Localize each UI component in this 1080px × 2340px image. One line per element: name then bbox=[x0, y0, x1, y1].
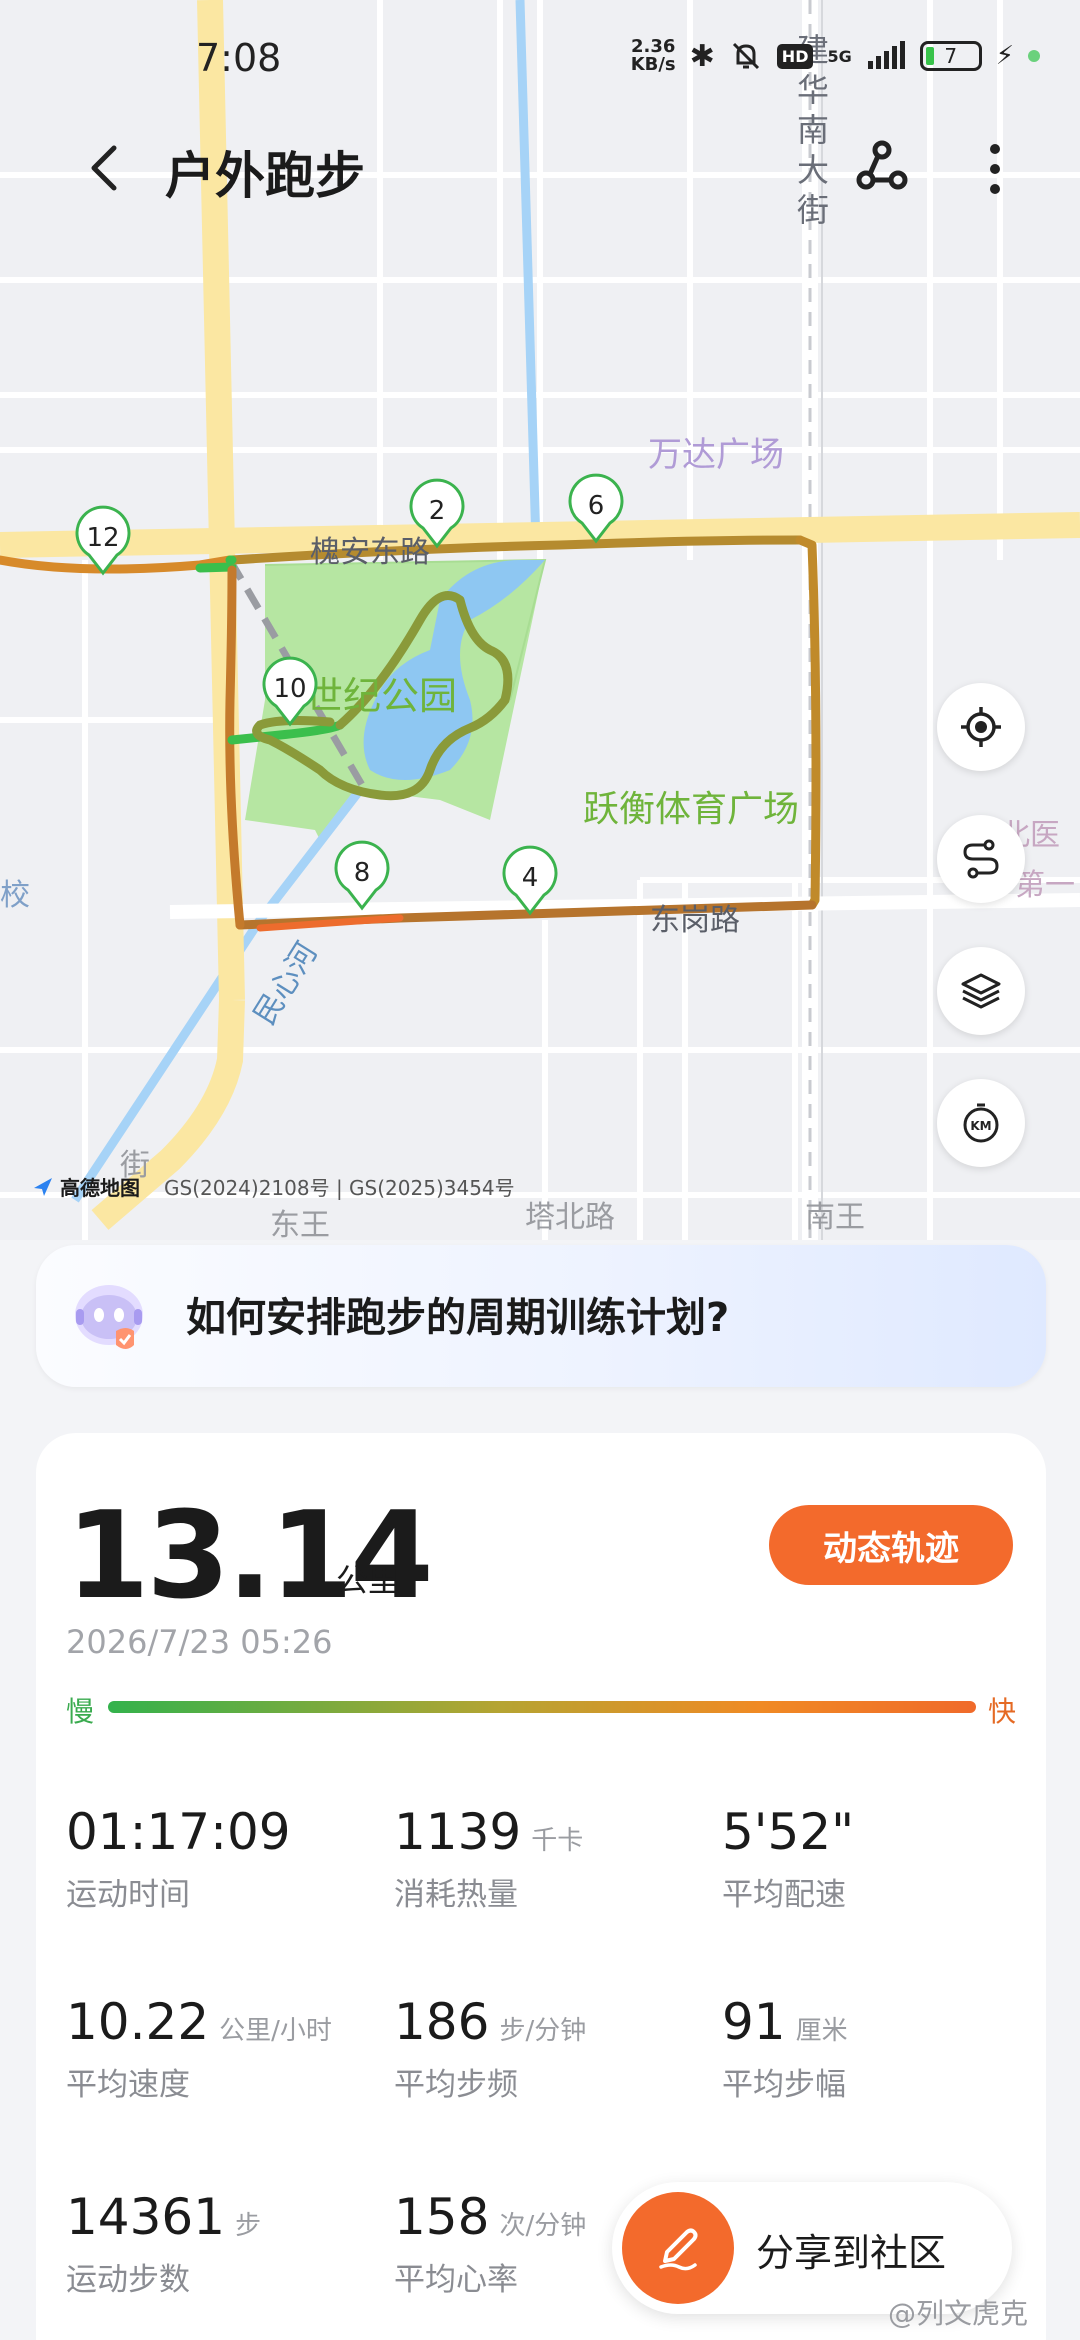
km-marker-label: 8 bbox=[354, 858, 371, 888]
stat-value: 186 步/分钟 bbox=[394, 1993, 587, 2051]
status-bar: 7:08 2.36 KB/s ✱ HD 5G 7 ⚡ bbox=[0, 0, 1080, 110]
map-license-text: GS(2024)2108号 | GS(2025)3454号 bbox=[164, 1176, 515, 1200]
stat-unit: 步 bbox=[235, 2211, 262, 2241]
km-marker-label: 6 bbox=[588, 491, 605, 521]
stat-avg-cadence: 186 步/分钟平均步频 bbox=[394, 1993, 714, 2104]
stat-unit: 厘米 bbox=[795, 2016, 848, 2046]
stat-unit: 公里/小时 bbox=[219, 2016, 332, 2046]
stat-unit: 步/分钟 bbox=[499, 2016, 587, 2046]
status-time: 7:08 bbox=[196, 36, 282, 80]
app-header: 户外跑步 bbox=[0, 120, 1080, 220]
km-marker-8: 8 bbox=[334, 840, 390, 911]
signal-bars-icon bbox=[867, 41, 905, 69]
stat-label: 运动时间 bbox=[66, 1877, 190, 1913]
km-marker-button[interactable]: KM bbox=[937, 1079, 1025, 1167]
ai-training-prompt[interactable]: 如何安排跑步的周期训练计划? bbox=[36, 1245, 1046, 1387]
stat-value: 01:17:09 bbox=[66, 1803, 291, 1861]
km-marker-icon: KM bbox=[963, 1103, 999, 1143]
layers-button[interactable] bbox=[937, 947, 1025, 1035]
stat-value: 10.22 公里/小时 bbox=[66, 1993, 332, 2051]
bell-mute-icon bbox=[732, 42, 759, 70]
layers-icon bbox=[961, 973, 1001, 1009]
stat-label: 平均步频 bbox=[394, 2067, 518, 2103]
km-marker-label: 4 bbox=[522, 863, 539, 893]
km-marker-4: 4 bbox=[502, 845, 558, 916]
pen-icon bbox=[659, 2228, 698, 2271]
ai-assistant-avatar bbox=[75, 1285, 143, 1349]
locate-icon bbox=[961, 707, 1001, 747]
pace-legend-fast: 快 bbox=[988, 1695, 1017, 1728]
prompt-text: 如何安排跑步的周期训练计划? bbox=[186, 1295, 730, 1341]
page-title: 户外跑步 bbox=[165, 147, 365, 205]
stat-calories: 1139 千卡消耗热量 bbox=[394, 1803, 714, 1914]
share-icon-circle bbox=[622, 2192, 734, 2304]
km-marker-12: 12 bbox=[75, 505, 131, 576]
stat-value: 1139 千卡 bbox=[394, 1803, 584, 1861]
km-marker-2: 2 bbox=[409, 478, 465, 549]
network-speed: 2.36 KB/s bbox=[630, 36, 676, 75]
battery-indicator: 7 bbox=[919, 41, 982, 71]
stat-value: 5'52" bbox=[722, 1803, 855, 1861]
workout-datetime: 2026/7/23 05:26 bbox=[66, 1623, 333, 1661]
stat-label: 平均步幅 bbox=[722, 2067, 846, 2103]
stat-avg-stride: 91 厘米平均步幅 bbox=[722, 1993, 1042, 2104]
weibo-watermark: @列文虎克 bbox=[888, 2297, 1029, 2330]
km-marker-6: 6 bbox=[568, 473, 624, 544]
amap-logo-text: 高德地图 bbox=[60, 1176, 140, 1200]
route-toggle-icon bbox=[963, 839, 999, 879]
km-marker-label: 10 bbox=[273, 674, 306, 704]
locate-button[interactable] bbox=[937, 683, 1025, 771]
pace-legend-slow: 慢 bbox=[66, 1695, 95, 1728]
charging-icon: ⚡ bbox=[995, 41, 1014, 71]
share-label: 分享到社区 bbox=[756, 2231, 947, 2275]
privacy-dot bbox=[1028, 50, 1040, 62]
signal-label: 5G bbox=[827, 46, 852, 66]
km-marker-label: 2 bbox=[429, 496, 446, 526]
dynamic-track-button[interactable]: 动态轨迹 bbox=[769, 1505, 1013, 1585]
route-toggle-button[interactable] bbox=[937, 815, 1025, 903]
km-marker-10: 10 bbox=[262, 656, 318, 727]
distance-unit: 公里 bbox=[336, 1561, 401, 1599]
pace-gradient-bar bbox=[108, 1701, 976, 1713]
stat-duration: 01:17:09 运动时间 bbox=[66, 1803, 386, 1914]
bluetooth-icon: ✱ bbox=[689, 38, 715, 74]
map-attribution: 高德地图 GS(2024)2108号 | GS(2025)3454号 bbox=[32, 1172, 515, 1201]
stat-avg-speed: 10.22 公里/小时平均速度 bbox=[66, 1993, 386, 2104]
back-button[interactable] bbox=[76, 138, 136, 198]
stat-label: 平均速度 bbox=[66, 2067, 190, 2103]
stat-label: 运动步数 bbox=[66, 2262, 190, 2298]
stat-unit: 次/分钟 bbox=[499, 2211, 587, 2241]
stat-value: 91 厘米 bbox=[722, 1993, 848, 2051]
stat-value: 14361 步 bbox=[66, 2188, 262, 2246]
hd-badge: HD bbox=[776, 43, 814, 69]
stat-avg-pace: 5'52" 平均配速 bbox=[722, 1803, 1042, 1914]
km-marker-label: 12 bbox=[86, 523, 119, 553]
stat-unit: 千卡 bbox=[531, 1826, 584, 1856]
stat-total-steps: 14361 步运动步数 bbox=[66, 2188, 386, 2299]
more-options-button[interactable] bbox=[975, 134, 1015, 204]
svg-text:KM: KM bbox=[970, 1119, 991, 1133]
amap-logo-icon bbox=[34, 1177, 52, 1196]
stat-label: 消耗热量 bbox=[394, 1877, 518, 1913]
route-share-button[interactable] bbox=[850, 136, 914, 200]
stat-label: 平均配速 bbox=[722, 1877, 846, 1913]
